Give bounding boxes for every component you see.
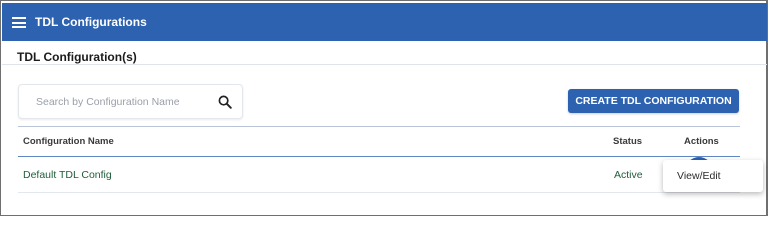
- create-tdl-configuration-button[interactable]: CREATE TDL CONFIGURATION: [568, 89, 739, 113]
- search-icon[interactable]: [218, 95, 232, 109]
- column-header-status[interactable]: Status: [613, 136, 642, 147]
- table-row-configuration-name[interactable]: Default TDL Config: [23, 169, 112, 181]
- table-row-status: Active: [614, 169, 643, 181]
- table-row-divider: [18, 192, 740, 193]
- table-top-divider: [18, 126, 740, 127]
- app-window: TDL Configurations TDL Configuration(s) …: [0, 0, 768, 216]
- column-header-configuration-name[interactable]: Configuration Name: [23, 136, 114, 147]
- menu-item-view-edit[interactable]: View/Edit: [677, 170, 721, 182]
- hamburger-menu-icon[interactable]: [12, 17, 26, 28]
- app-bar: TDL Configurations: [2, 3, 767, 41]
- actions-menu: View/Edit: [663, 160, 763, 192]
- search-box[interactable]: [18, 84, 243, 119]
- search-input[interactable]: [36, 95, 216, 109]
- page-title: TDL Configuration(s): [17, 50, 137, 64]
- app-title: TDL Configurations: [35, 15, 147, 29]
- table-header-divider: [18, 156, 740, 157]
- column-header-actions: Actions: [684, 136, 719, 147]
